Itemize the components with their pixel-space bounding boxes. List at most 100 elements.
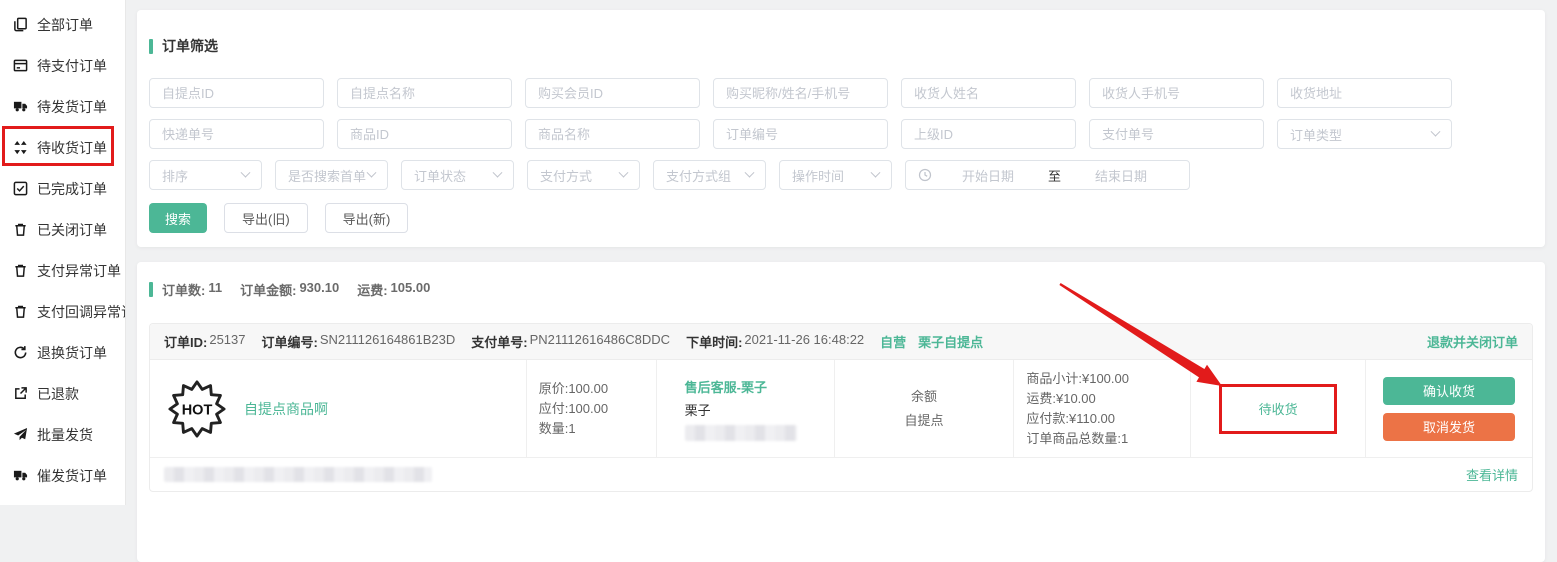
sidebar-item-label: 批量发货 [37, 425, 93, 445]
original-price: 原价:100.00 [539, 379, 656, 399]
product-name-input[interactable] [525, 119, 700, 149]
sidebar-item-closed[interactable]: 已关闭订单 [0, 209, 125, 250]
pickup-point-id-input[interactable] [149, 78, 324, 108]
quantity: 数量:1 [539, 419, 656, 439]
date-range-separator: 至 [1044, 166, 1065, 185]
end-date-placeholder[interactable]: 结束日期 [1065, 166, 1177, 185]
order-sn-input[interactable] [713, 119, 888, 149]
chevron-down-icon [871, 167, 881, 177]
section-marker [149, 39, 153, 54]
sidebar-item-pending-payment[interactable]: 待支付订单 [0, 45, 125, 86]
order-id-value: 25137 [209, 332, 245, 351]
receiver-name-input[interactable] [901, 78, 1076, 108]
order-summary: 订单数: 11 订单金额: 930.10 运费: 105.00 [149, 280, 1533, 299]
sidebar-item-payment-callback-abnormal[interactable]: 支付回调异常订单 [0, 291, 125, 332]
filter-row-1 [149, 78, 1533, 108]
select-placeholder: 订单状态 [414, 166, 466, 185]
export-old-button[interactable]: 导出(旧) [224, 203, 308, 233]
payment-method-select[interactable]: 支付方式 [527, 160, 640, 190]
filter-row-2: 订单类型 [149, 119, 1533, 149]
view-detail-link[interactable]: 查看详情 [1466, 465, 1518, 484]
customer-name: 栗子 [685, 400, 834, 419]
payable-price: 应付:100.00 [539, 399, 656, 419]
order-sn-value: SN211126164861B23D [320, 332, 455, 351]
order-sn-field: 订单编号: SN211126164861B23D [262, 332, 456, 351]
hot-badge-icon: HOT [168, 380, 226, 438]
sidebar-item-batch-shipment[interactable]: 批量发货 [0, 414, 125, 455]
product-id-input[interactable] [337, 119, 512, 149]
sidebar-item-label: 支付异常订单 [37, 261, 121, 281]
sidebar-item-refunded[interactable]: 已退款 [0, 373, 125, 414]
filter-buttons-row: 搜索 导出(旧) 导出(新) [149, 203, 1533, 233]
export-arrow-icon [13, 386, 28, 401]
sidebar-item-label: 催发货订单 [37, 466, 107, 486]
sidebar-item-urge-shipment[interactable]: 催发货订单 [0, 455, 125, 496]
sidebar-item-all-orders[interactable]: 全部订单 [0, 4, 125, 45]
sidebar-item-pending-shipment[interactable]: 待发货订单 [0, 86, 125, 127]
chevron-down-icon [619, 167, 629, 177]
sidebar-item-return-exchange[interactable]: 退换货订单 [0, 332, 125, 373]
order-amount-label: 订单金额: [240, 280, 296, 299]
date-range-picker[interactable]: 开始日期 至 结束日期 [905, 160, 1190, 190]
select-placeholder: 支付方式 [540, 166, 592, 185]
order-id-label: 订单ID: [164, 332, 207, 351]
product-name-link[interactable]: 自提点商品啊 [244, 399, 328, 419]
chevron-down-icon [367, 167, 377, 177]
sort-select[interactable]: 排序 [149, 160, 262, 190]
confirm-receipt-button[interactable]: 确认收货 [1383, 377, 1515, 405]
chevron-down-icon [241, 167, 251, 177]
after-sale-service-link[interactable]: 售后客服-栗子 [685, 377, 834, 396]
sidebar-item-label: 支付回调异常订单 [37, 302, 125, 322]
tracking-number-input[interactable] [149, 119, 324, 149]
export-new-button[interactable]: 导出(新) [325, 203, 409, 233]
delivery-type: 自提点 [904, 409, 943, 433]
order-count-label: 订单数: [162, 280, 205, 299]
payment-method-group-select[interactable]: 支付方式组 [653, 160, 766, 190]
truck-icon [13, 99, 28, 114]
order-status-select[interactable]: 订单状态 [401, 160, 514, 190]
search-button[interactable]: 搜索 [149, 203, 207, 233]
sidebar-item-label: 待支付订单 [37, 56, 107, 76]
sidebar-item-completed[interactable]: 已完成订单 [0, 168, 125, 209]
order-amount-value: 930.10 [299, 280, 339, 299]
price-cell: 原价:100.00 应付:100.00 数量:1 [526, 360, 656, 457]
sidebar-item-payment-abnormal[interactable]: 支付异常订单 [0, 250, 125, 291]
status-cell: 待收货 [1190, 360, 1365, 457]
order-card-body: HOT 自提点商品啊 原价:100.00 应付:100.00 数量:1 售后客服… [150, 360, 1532, 457]
amount-due: 应付款:¥110.00 [1026, 409, 1190, 429]
receiver-phone-input[interactable] [1089, 78, 1264, 108]
product-cell: HOT 自提点商品啊 [150, 360, 526, 457]
buyer-nickname-input[interactable] [713, 78, 888, 108]
trash-icon [13, 263, 28, 278]
panel-icon [13, 58, 28, 73]
redacted-address [164, 467, 432, 482]
pickup-point-name-input[interactable] [337, 78, 512, 108]
order-type-select[interactable]: 订单类型 [1277, 119, 1452, 149]
chevron-down-icon [745, 167, 755, 177]
start-date-placeholder[interactable]: 开始日期 [932, 166, 1044, 185]
receiver-address-input[interactable] [1277, 78, 1452, 108]
payment-no-input[interactable] [1089, 119, 1264, 149]
order-sidebar: 全部订单 待支付订单 待发货订单 待收货订单 已完成订单 已关闭订单 支付异常订… [0, 0, 126, 505]
parent-id-input[interactable] [901, 119, 1076, 149]
actions-cell: 确认收货 取消发货 [1365, 360, 1532, 457]
order-card: 订单ID: 25137 订单编号: SN211126164861B23D 支付单… [149, 323, 1533, 492]
cancel-shipment-button[interactable]: 取消发货 [1383, 413, 1515, 441]
payment-method: 余额 [911, 385, 937, 409]
sidebar-item-pending-receipt[interactable]: 待收货订单 [0, 127, 125, 168]
buyer-member-id-input[interactable] [525, 78, 700, 108]
sidebar-item-label: 已退款 [37, 384, 79, 404]
refund-close-link[interactable]: 退款并关闭订单 [1427, 332, 1518, 351]
sidebar-item-label: 已完成订单 [37, 179, 107, 199]
select-placeholder: 排序 [162, 166, 188, 185]
order-count-value: 11 [208, 280, 222, 299]
payment-cell: 余额 自提点 [834, 360, 1014, 457]
first-order-select[interactable]: 是否搜索首单 [275, 160, 388, 190]
totals-cell: 商品小计:¥100.00 运费:¥10.00 应付款:¥110.00 订单商品总… [1013, 360, 1190, 457]
operation-time-select[interactable]: 操作时间 [779, 160, 892, 190]
freight-total: 运费: 105.00 [357, 280, 430, 299]
hot-badge-text: HOT [182, 402, 213, 418]
subtotal: 商品小计:¥100.00 [1026, 369, 1190, 389]
order-sn-label: 订单编号: [262, 332, 318, 351]
order-card-header: 订单ID: 25137 订单编号: SN211126164861B23D 支付单… [150, 324, 1532, 360]
